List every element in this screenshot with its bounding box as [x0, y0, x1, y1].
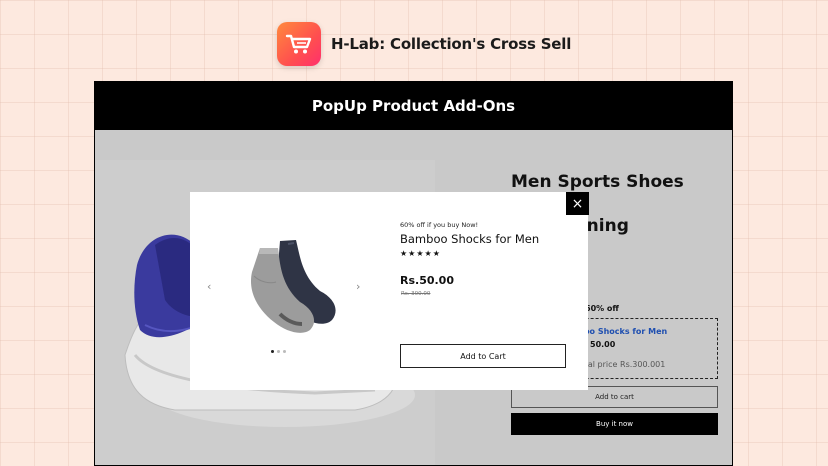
- demo-frame: PopUp Product Add-Ons Men Sports Shoes w…: [94, 81, 733, 466]
- popup-product-name: Bamboo Shocks for Men: [400, 232, 540, 246]
- chevron-left-icon[interactable]: ‹: [207, 280, 211, 293]
- socks-image: [250, 240, 336, 333]
- carousel-dot[interactable]: [277, 350, 280, 353]
- chevron-right-icon[interactable]: ›: [356, 280, 360, 293]
- close-icon[interactable]: ×: [566, 192, 589, 215]
- carousel-dots[interactable]: [271, 350, 286, 353]
- star-icon: ★★★★★: [400, 249, 441, 258]
- addon-popup: × ‹ › 60% off if you buy Now! Bamboo Sho…: [190, 192, 589, 390]
- offer-label: 60% off: [585, 304, 619, 313]
- app-title: H-Lab: Collection's Cross Sell: [331, 35, 572, 53]
- carousel-dot[interactable]: [271, 350, 274, 353]
- popup-offer-text: 60% off if you buy Now!: [400, 221, 479, 229]
- cart-icon: [277, 22, 321, 66]
- offer-price: 50.00: [590, 340, 616, 349]
- popup-price: Rs.50.00: [400, 274, 454, 287]
- carousel-dot[interactable]: [283, 350, 286, 353]
- app-header: H-Lab: Collection's Cross Sell: [277, 22, 571, 66]
- buy-now-button[interactable]: Buy it now: [511, 413, 718, 435]
- popup-add-to-cart-button[interactable]: Add to Cart: [400, 344, 566, 368]
- popup-compare-price: Rs. 300.00: [401, 291, 431, 297]
- banner-title: PopUp Product Add-Ons: [95, 82, 732, 130]
